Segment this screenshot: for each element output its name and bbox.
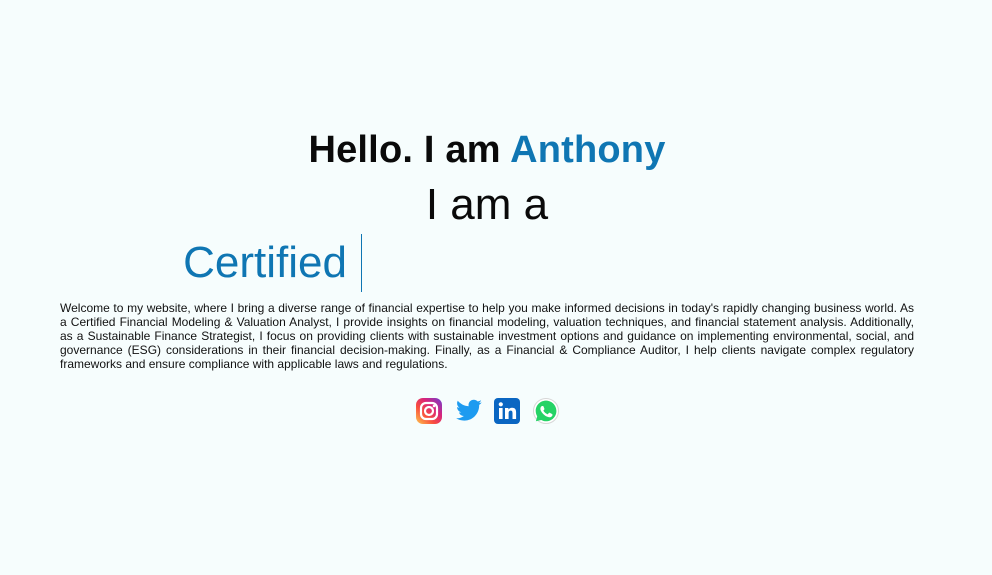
linkedin-icon <box>493 398 520 424</box>
greeting-heading: Hello. I am Anthony <box>0 128 974 172</box>
typed-role-line: Certified <box>0 234 528 292</box>
bio-paragraph: Welcome to my website, where I bring a d… <box>60 301 914 371</box>
greeting-text: Hello. I am <box>308 129 511 171</box>
typed-role-text: Certified <box>183 238 347 287</box>
whatsapp-link[interactable] <box>532 397 560 425</box>
name-highlight: Anthony <box>510 129 666 171</box>
twitter-link[interactable] <box>454 397 482 425</box>
intro-line: I am a <box>425 180 549 229</box>
instagram-link[interactable] <box>415 397 443 425</box>
instagram-icon <box>415 398 442 424</box>
whatsapp-icon <box>532 398 559 424</box>
linkedin-link[interactable] <box>493 397 521 425</box>
twitter-icon <box>455 399 482 421</box>
page: Hello. I am Anthony I am a Certified Wel… <box>0 0 992 575</box>
typing-cursor <box>361 234 362 292</box>
social-links <box>0 397 974 425</box>
